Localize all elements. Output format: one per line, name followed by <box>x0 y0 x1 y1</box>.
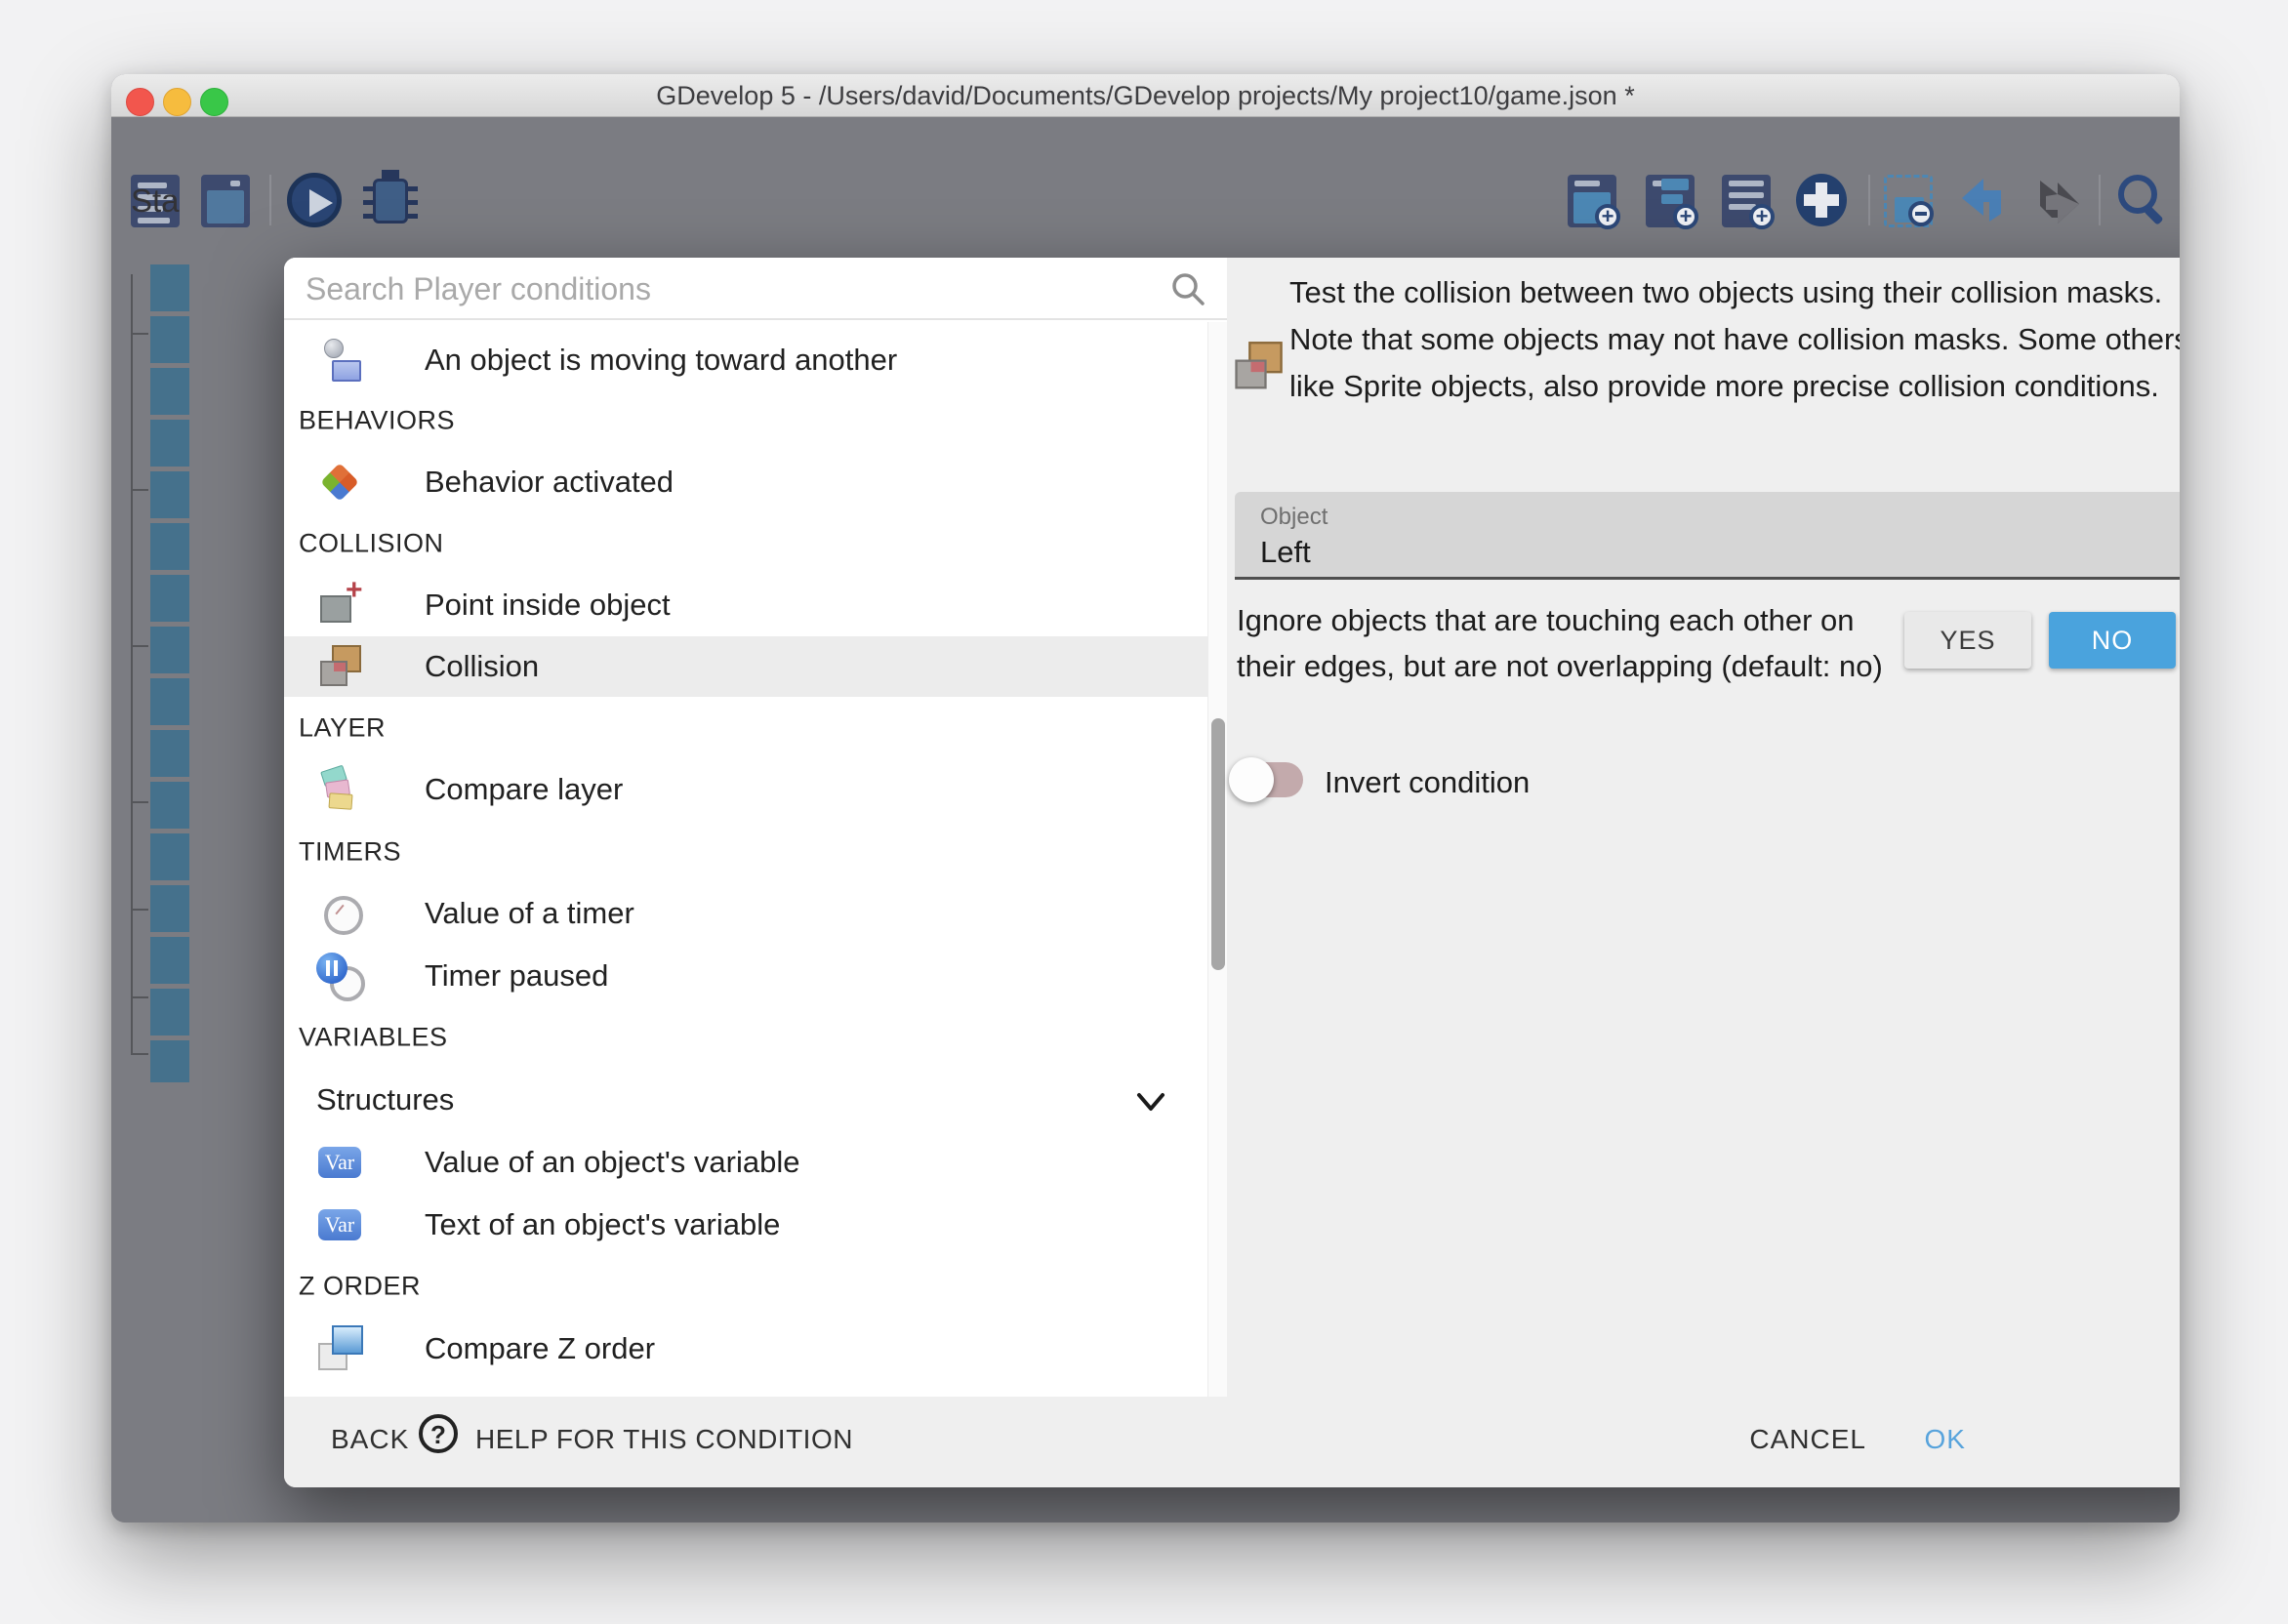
help-button[interactable]: HELP FOR THIS CONDITION <box>475 1424 853 1455</box>
event-tree-stub <box>131 996 148 998</box>
undo-icon[interactable] <box>1956 171 2011 231</box>
chevron-down-icon[interactable] <box>1133 1083 1168 1118</box>
event-condition-column <box>150 264 189 1082</box>
search-input[interactable] <box>306 265 1174 312</box>
preview-play-icon[interactable] <box>287 171 342 231</box>
conditions-list: An object is moving toward another BEHAV… <box>284 322 1227 1397</box>
add-more-icon[interactable] <box>1794 171 1849 231</box>
group-row-structures[interactable]: Structures <box>284 1070 1227 1130</box>
ignore-edges-label: Ignore objects that are touching each ot… <box>1237 597 1900 689</box>
choose-condition-dialog: An object is moving toward another BEHAV… <box>284 258 2180 1487</box>
list-item-variable-text[interactable]: Var Text of an object's variable <box>284 1195 1227 1255</box>
section-header-layer: LAYER <box>284 698 1227 758</box>
collision-icon <box>316 643 363 690</box>
yes-button[interactable]: YES <box>1904 612 2031 669</box>
title-bar: GDevelop 5 - /Users/david/Documents/GDev… <box>111 74 2180 117</box>
variable-icon: Var <box>316 1139 363 1186</box>
list-item-variable-value[interactable]: Var Value of an object's variable <box>284 1132 1227 1193</box>
toolbar-divider <box>2099 175 2101 225</box>
condition-description: Test the collision between two objects u… <box>1289 269 2180 410</box>
event-tree-stub <box>131 801 148 803</box>
invert-condition-label: Invert condition <box>1325 765 1530 800</box>
list-item-collision-selected[interactable]: Collision <box>284 636 1227 697</box>
section-header-variables: VARIABLES <box>284 1007 1227 1068</box>
list-item-timer-value[interactable]: Value of a timer <box>284 883 1227 944</box>
scene-editor-icon[interactable] <box>199 171 254 231</box>
collision-icon-large <box>1231 340 1293 402</box>
layers-icon <box>316 766 363 813</box>
point-inside-icon <box>316 582 363 629</box>
search-icon <box>1168 269 1207 308</box>
toggle-thumb[interactable] <box>1229 757 1274 802</box>
moving-toward-icon <box>316 337 363 384</box>
section-header-z-order: Z ORDER <box>284 1256 1227 1317</box>
list-item-point-inside[interactable]: Point inside object <box>284 575 1227 635</box>
section-header-position: POSITION <box>284 1380 1227 1397</box>
no-button[interactable]: NO <box>2049 612 2176 669</box>
object-field-label: Object <box>1260 504 1328 531</box>
window-title: GDevelop 5 - /Users/david/Documents/GDev… <box>111 74 2180 117</box>
list-scrollbar[interactable] <box>1207 322 1227 1397</box>
timer-paused-icon <box>316 953 363 999</box>
dialog-footer: BACK ? HELP FOR THIS CONDITION CANCEL OK <box>284 1397 2180 1487</box>
event-tree-stub <box>131 909 148 911</box>
variable-icon: Var <box>316 1201 363 1248</box>
scrollbar-thumb[interactable] <box>1211 718 1225 970</box>
object-field[interactable]: Object Left <box>1235 492 2180 580</box>
event-tree-stub <box>131 489 148 491</box>
redo-icon[interactable] <box>2030 171 2085 231</box>
event-tree-stub <box>131 333 148 335</box>
invert-condition-toggle[interactable] <box>1235 762 1303 797</box>
event-tree-line <box>131 274 133 1055</box>
search-bar <box>284 258 1227 320</box>
app-window: GDevelop 5 - /Users/david/Documents/GDev… <box>111 74 2180 1522</box>
conditions-list-panel: An object is moving toward another BEHAV… <box>284 258 1227 1397</box>
z-order-icon <box>316 1325 363 1372</box>
help-icon[interactable]: ? <box>419 1414 458 1453</box>
list-item-moving-toward[interactable]: An object is moving toward another <box>284 330 1227 390</box>
add-sub-event-icon[interactable]: + <box>1644 171 1698 231</box>
section-header-behaviors: BEHAVIORS <box>284 390 1227 451</box>
delete-event-icon[interactable] <box>1882 171 1937 231</box>
debug-icon[interactable] <box>363 171 418 231</box>
toolbar-divider <box>269 175 271 225</box>
list-item-compare-layer[interactable]: Compare layer <box>284 759 1227 820</box>
behavior-icon <box>316 459 363 506</box>
condition-details-panel: Test the collision between two objects u… <box>1227 258 2180 1397</box>
event-tree-stub <box>131 1053 148 1055</box>
ok-button[interactable]: OK <box>1925 1424 1966 1455</box>
scene-tab-label: Sta <box>131 183 180 220</box>
section-header-collision: COLLISION <box>284 513 1227 574</box>
section-header-timers: TIMERS <box>284 822 1227 882</box>
object-field-value[interactable]: Left <box>1260 535 1311 570</box>
list-item-behavior-activated[interactable]: Behavior activated <box>284 452 1227 512</box>
add-event-icon[interactable]: + <box>1566 171 1620 231</box>
timer-icon <box>316 890 363 937</box>
event-tree-stub <box>131 645 148 647</box>
list-item-timer-paused[interactable]: Timer paused <box>284 946 1227 1006</box>
back-button[interactable]: BACK <box>331 1424 409 1455</box>
toolbar-divider <box>1868 175 1870 225</box>
add-comment-icon[interactable]: + <box>1720 171 1775 231</box>
list-item-compare-z-order[interactable]: Compare Z order <box>284 1319 1227 1379</box>
cancel-button[interactable]: CANCEL <box>1749 1424 1866 1455</box>
